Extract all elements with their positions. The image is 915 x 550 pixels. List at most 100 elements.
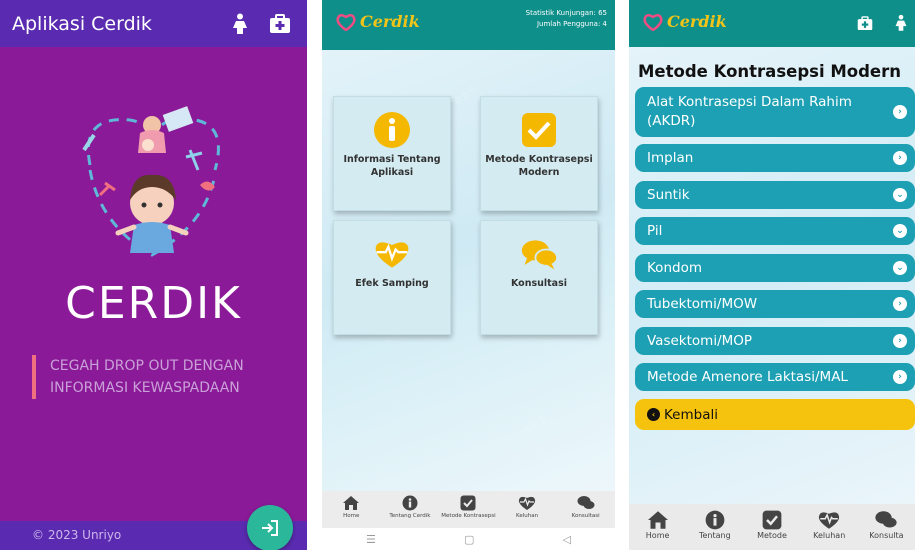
chevron-right-icon: › [893,297,907,311]
card-info-app[interactable]: Informasi Tentang Aplikasi [333,96,451,211]
card-label: Konsultasi [510,278,568,289]
nav-home[interactable]: Home [322,491,381,528]
card-label: Informasi Tentang Aplikasi [343,154,441,178]
chevron-right-icon: › [893,105,907,119]
chevron-right-icon: › [893,370,907,384]
logo-text: Cerdik [360,12,420,31]
brand-logo-text: CERDIK [65,278,242,329]
info-icon [705,510,725,530]
nav-label: Home [343,513,360,519]
tagline-line-1: CEGAH DROP OUT DENGAN [50,358,244,374]
app-title: Aplikasi Cerdik [12,12,152,35]
method-label: Vasektomi/MOP [647,333,753,349]
visit-count: Statistik Kunjungan: 65 [525,9,607,17]
nav-label: Konsulta [869,531,904,540]
heartbeat-icon [373,235,411,273]
card-consultation[interactable]: Konsultasi [480,220,598,335]
methods-screen: Cerdik Metode Kontrasepsi Modern Alat Ko… [629,0,915,550]
heartbeat-icon [518,496,536,510]
nav-home[interactable]: Home [629,504,686,550]
back-system-icon[interactable]: ◁ [562,533,570,546]
cerdik-logo: Cerdik [643,12,727,31]
back-label: Kembali [664,406,718,423]
nav-methods[interactable]: Metode [743,504,800,550]
chevron-left-icon: ‹ [647,408,660,421]
nav-label: Tentang [698,531,731,540]
page-title: Metode Kontrasepsi Modern [638,62,902,81]
methods-header: Cerdik [629,0,915,47]
home-system-icon[interactable]: ▢ [464,533,474,546]
watermark: ☆☆☆ [521,413,550,438]
watermark: ☆☆☆ [451,83,480,108]
method-label: Metode Amenore Laktasi/MAL [647,369,848,385]
woman-icon[interactable] [894,14,908,36]
nav-label: Metode [757,531,787,540]
home-screen: Cerdik Statistik Kunjungan: 65 Jumlah Pe… [322,0,615,550]
nav-about[interactable]: Tentang Cerdik [381,491,440,528]
nav-consultation[interactable]: Konsulta [858,504,915,550]
home-header: Cerdik Statistik Kunjungan: 65 Jumlah Pe… [322,0,615,50]
method-label: Pil [647,223,663,239]
recents-icon[interactable]: ☰ [366,533,376,546]
splash-screen: Aplikasi Cerdik CERDIK CEGAH DROP OUT DE… [0,0,307,550]
checkbox-icon [762,510,782,530]
visit-stats: Statistik Kunjungan: 65 Jumlah Pengguna:… [526,8,607,30]
logo-heart-icon [336,13,356,31]
chevron-right-icon: › [893,334,907,348]
card-label: Efek Samping [355,278,429,289]
method-label: Tubektomi/MOW [647,296,758,312]
bottom-nav: Home Tentang Cerdik Metode Kontrasepsi K… [322,491,615,528]
method-label: Implan [647,150,694,166]
home-icon [647,511,668,529]
method-tubektomi-button[interactable]: Tubektomi/MOW › [635,290,915,318]
card-side-effects[interactable]: Efek Samping [333,220,451,335]
checkbox-icon [520,111,558,149]
method-label-line-1: Alat Kontrasepsi Dalam Rahim [647,94,852,110]
nav-consultation[interactable]: Konsultasi [556,491,615,528]
method-kondom-button[interactable]: Kondom ⌄ [635,254,915,282]
woman-icon[interactable] [225,9,255,39]
copyright-text: © 2023 Unriyo [32,528,122,542]
chat-icon [577,496,595,509]
checkbox-icon [460,495,476,511]
nav-methods[interactable]: Metode Kontrasepsi [439,491,498,528]
back-button[interactable]: ‹ Kembali [635,399,915,430]
method-implan-button[interactable]: Implan › [635,144,915,172]
nav-complaints[interactable]: Keluhan [498,491,557,528]
method-akdr-button[interactable]: Alat Kontrasepsi Dalam Rahim (AKDR) › [635,87,915,137]
nav-complaints[interactable]: Keluhan [801,504,858,550]
chat-icon [875,511,898,528]
logo-heart-icon [643,13,663,31]
chat-icon [520,235,558,273]
nav-about[interactable]: Tentang [686,504,743,550]
nav-label: Tentang Cerdik [389,513,431,519]
method-label: Kondom [647,260,702,276]
method-mal-button[interactable]: Metode Amenore Laktasi/MAL › [635,363,915,391]
info-icon [373,111,411,149]
chevron-down-icon: ⌄ [893,188,907,202]
mother-baby-illustration [70,95,235,265]
login-button[interactable] [247,505,293,550]
nav-label: Home [645,531,670,540]
system-nav-bar: ☰ ▢ ◁ [322,528,615,550]
method-label: Alat Kontrasepsi Dalam Rahim (AKDR) [647,93,852,131]
nav-label: Metode Kontrasepsi [441,513,496,519]
method-pil-button[interactable]: Pil ⌄ [635,217,915,245]
cerdik-logo: Cerdik [336,12,420,31]
tagline-line-2: INFORMASI KEWASPADAAN [50,380,240,396]
bottom-nav: Home Tentang Metode Keluhan Konsulta [629,504,915,550]
chevron-right-icon: › [893,151,907,165]
splash-app-bar: Aplikasi Cerdik [0,0,307,47]
chevron-down-icon: ⌄ [893,224,907,238]
card-contraception-methods[interactable]: Metode Kontrasepsi Modern [480,96,598,211]
first-aid-icon[interactable] [265,9,295,39]
method-label: Suntik [647,187,690,203]
tagline: CEGAH DROP OUT DENGAN INFORMASI KEWASPAD… [32,355,244,399]
card-label: Metode Kontrasepsi Modern [485,154,593,178]
logo-text: Cerdik [667,12,727,31]
nav-label: Konsultasi [571,513,600,519]
user-count: Jumlah Pengguna: 4 [536,20,607,28]
method-suntik-button[interactable]: Suntik ⌄ [635,181,915,209]
first-aid-icon[interactable] [857,16,873,35]
method-vasektomi-button[interactable]: Vasektomi/MOP › [635,327,915,355]
